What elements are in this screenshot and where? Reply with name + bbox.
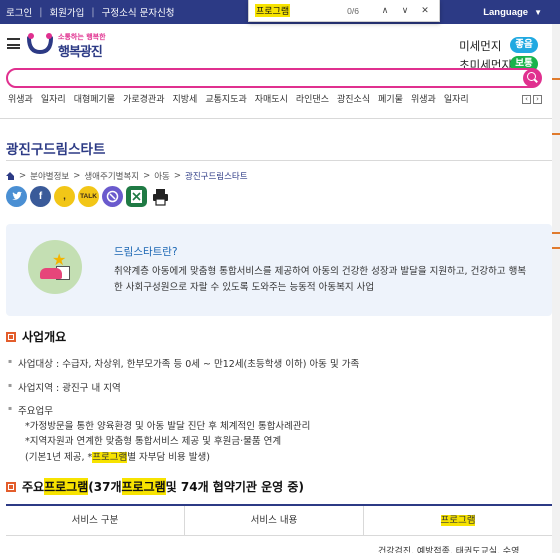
breadcrumb-item[interactable]: 아동 (154, 170, 170, 182)
page-title: 광진구드림스타트 (6, 142, 106, 158)
intro-box: ★ 드림스타트란? 취약계층 아동에게 맞춤형 통합서비스를 제공하여 아동의 … (6, 224, 552, 316)
popular-keywords: 위생과 일자리 대형폐기물 가로경관과 지방세 교통지도과 자매도시 라인댄스 … (0, 92, 520, 106)
keyword-link[interactable]: 대형폐기물 (74, 92, 115, 106)
chevron-down-icon[interactable]: ∨ (397, 5, 413, 16)
hand-icon (40, 268, 62, 279)
intro-body: 취약계층 아동에게 맞춤형 통합서비스를 제공하여 아동의 건강한 성장과 발달… (114, 266, 527, 293)
search-input[interactable] (18, 72, 508, 86)
breadcrumb-item[interactable]: 생애주기별복지 (84, 170, 139, 182)
chevron-up-icon[interactable]: ∧ (377, 5, 393, 16)
breadcrumb-current: 광진구드림스타트 (185, 172, 248, 182)
overview-tasks-label: 주요업무 (8, 403, 53, 417)
programs-heading-prefix: 주요 (22, 480, 45, 494)
search-icon[interactable] (523, 69, 541, 87)
title-divider (6, 160, 552, 161)
overview-target: 사업대상 : 수급자, 차상위, 한부모가족 등 0세 ~ 만12세(초등학생 … (8, 356, 359, 370)
close-icon[interactable]: ✕ (417, 5, 433, 16)
chevron-down-icon: ▼ (534, 7, 542, 17)
kakaostory-icon[interactable]: , (54, 186, 75, 207)
site-header: 소통하는 행복한 행복광진 미세먼지 초미세먼지 좋음 보통 (0, 24, 560, 72)
separator: | (91, 6, 95, 18)
site-search (6, 68, 542, 88)
overview-task: *가정방문을 통한 양육환경 및 아동 발달 진단 후 체계적인 통합사례관리 (25, 421, 311, 432)
section-bullet-icon (6, 331, 16, 342)
keyword-pager: ‹ › (522, 95, 542, 104)
keyword-link[interactable]: 라인댄스 (296, 92, 329, 106)
overview-note: (기본1년 제공, *프로그램별 자부담 비용 발생) (25, 449, 210, 463)
table-header-service-type: 서비스 구분 (6, 506, 185, 536)
share-toolbar: f , TALK (6, 186, 171, 207)
login-link[interactable]: 로그인 (6, 5, 32, 19)
logo-mark-icon (27, 33, 53, 55)
chevron-left-icon[interactable]: ‹ (522, 95, 531, 104)
programs-heading-mid: (37개 (88, 480, 122, 494)
breadcrumb-separator: > (173, 171, 181, 181)
keyword-link[interactable]: 위생과 (411, 92, 436, 106)
breadcrumb-separator: > (73, 171, 81, 181)
table-header-service-content: 서비스 내용 (185, 506, 364, 536)
overview-area: 사업지역 : 광진구 내 지역 (8, 380, 121, 394)
find-highlight: 프로그램 (44, 478, 89, 495)
keyword-link[interactable]: 가로경관과 (123, 92, 164, 106)
keyword-link[interactable]: 폐기물 (378, 92, 403, 106)
overview-heading: 사업개요 (6, 328, 66, 345)
find-input[interactable]: 프로그램 (255, 4, 291, 17)
find-match-count: 0/6 (347, 5, 359, 16)
twitter-icon[interactable] (6, 186, 27, 207)
fine-dust-label: 미세먼지 (459, 39, 502, 53)
separator: | (39, 6, 43, 18)
utility-links: 로그인 | 회원가입 | 구정소식 문자신청 (6, 5, 175, 20)
programs-heading: 주요 프로그램 (37개 프로그램 및 74개 협약기관 운영 중) (6, 478, 304, 495)
keyword-link[interactable]: 일자리 (444, 92, 469, 106)
find-scroll-marker (552, 78, 560, 80)
breadcrumb: > 분야별정보 > 생애주기별복지 > 아동 > 광진구드림스타트 (6, 170, 248, 182)
dreamstart-illustration-icon: ★ (28, 240, 82, 294)
intro-heading: 드림스타트란? (114, 246, 178, 258)
find-highlight: 프로그램 (440, 515, 476, 526)
overview-note-suffix: 별 자부담 비용 발생) (127, 452, 210, 463)
header-divider (0, 118, 560, 119)
find-highlight: 프로그램 (92, 452, 128, 463)
kakaotalk-icon[interactable]: TALK (78, 186, 99, 207)
find-in-page-bar: 프로그램 0/6 ∧ ∨ ✕ (248, 0, 440, 22)
band-icon[interactable] (102, 186, 123, 207)
breadcrumb-separator: > (19, 171, 27, 181)
keyword-link[interactable]: 광진소식 (337, 92, 370, 106)
table-header-program: 프로그램 (364, 506, 552, 536)
sms-subscribe-link[interactable]: 구정소식 문자신청 (102, 5, 175, 19)
fine-dust-status-badge: 좋음 (510, 37, 538, 53)
breadcrumb-separator: > (143, 171, 151, 181)
print-icon[interactable] (150, 186, 171, 207)
overview-task: *지역자원과 연계한 맞춤형 통합서비스 제공 및 후원금·물품 연계 (25, 436, 282, 447)
overview-note-prefix: (기본1년 제공, * (25, 452, 93, 463)
logo-name: 행복광진 (58, 45, 103, 60)
fine-dust-row: 미세먼지 (459, 37, 512, 56)
site-logo[interactable]: 소통하는 행복한 행복광진 (26, 30, 106, 60)
keyword-link[interactable]: 지방세 (173, 92, 198, 106)
section-bullet-icon (6, 481, 16, 492)
keyword-link[interactable]: 자매도시 (255, 92, 288, 106)
chevron-right-icon[interactable]: › (533, 95, 542, 104)
keyword-link[interactable]: 위생과 (8, 92, 33, 106)
language-label: Language (483, 6, 529, 18)
programs-heading-suffix: 및 74개 협약기관 운영 중) (165, 480, 304, 494)
find-scroll-marker (552, 232, 560, 234)
programs-table: 서비스 구분 서비스 내용 프로그램 건강검진, 예방접종, 태권도교실, 수영 (6, 504, 552, 553)
keyword-link[interactable]: 일자리 (41, 92, 66, 106)
find-scroll-marker (552, 247, 560, 249)
find-scroll-marker (552, 133, 560, 135)
scrollbar[interactable] (552, 24, 560, 553)
keyword-link[interactable]: 교통지도과 (205, 92, 246, 106)
facebook-icon[interactable]: f (30, 186, 51, 207)
language-selector[interactable]: Language ▼ (464, 4, 542, 20)
table-cell: 건강검진, 예방접종, 태권도교실, 수영 (378, 547, 520, 553)
find-highlight: 프로그램 (121, 478, 166, 495)
signup-link[interactable]: 회원가입 (49, 5, 84, 19)
excel-icon[interactable] (126, 186, 147, 207)
home-icon[interactable] (6, 172, 15, 180)
breadcrumb-item[interactable]: 분야별정보 (30, 170, 69, 182)
menu-icon[interactable] (7, 38, 20, 49)
overview-heading-text: 사업개요 (22, 330, 67, 344)
